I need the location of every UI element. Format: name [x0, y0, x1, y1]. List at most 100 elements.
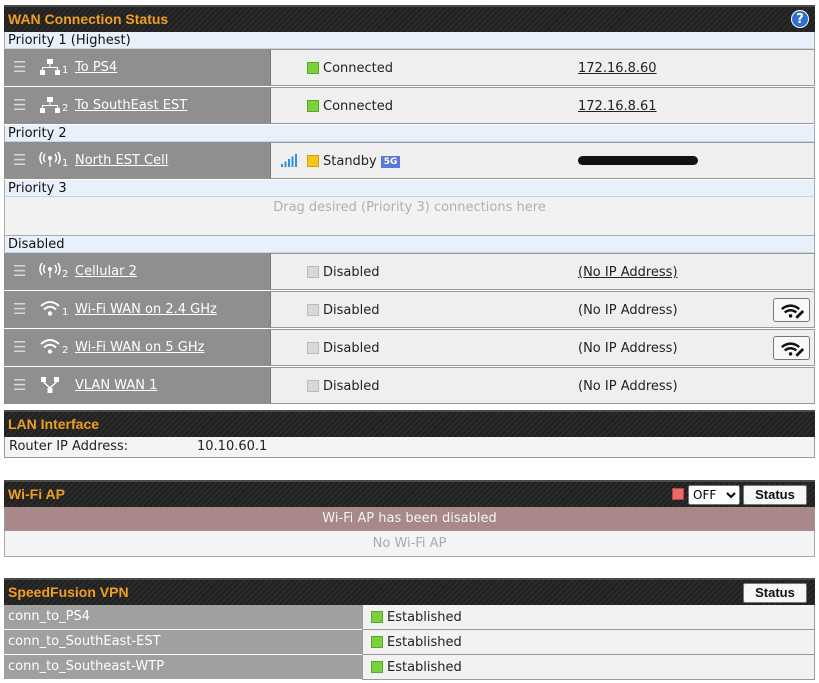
wan-name-link[interactable]: Wi-Fi WAN on 2.4 GHz	[75, 302, 217, 317]
wan-status: Disabled	[323, 379, 380, 394]
priority-1-label: Priority 1 (Highest)	[4, 32, 815, 49]
wan-status: Standby	[323, 154, 377, 169]
vpn-status: Established	[387, 635, 462, 650]
wan-index: 2	[62, 269, 69, 280]
wifi-ap-header: Wi-Fi AP OFF Status	[4, 480, 815, 507]
vpn-header: SpeedFusion VPN Status	[4, 578, 815, 605]
wan-status: Disabled	[323, 265, 380, 280]
wifi-ap-title: Wi-Fi AP	[8, 486, 65, 502]
wan-index: 1	[62, 307, 69, 318]
vpn-status-button[interactable]: Status	[743, 583, 807, 603]
wifi-ap-toggle-select[interactable]: OFF	[688, 485, 740, 505]
wan-ip: (No IP Address)	[578, 303, 678, 318]
wan-status: Disabled	[323, 303, 380, 318]
wifi-ap-disabled-message: Wi-Fi AP has been disabled	[4, 507, 815, 531]
wan-index: 2	[62, 103, 69, 114]
drag-handle-icon[interactable]: ☰	[13, 302, 26, 317]
vpn-panel: SpeedFusion VPN Status conn_to_PS4 Estab…	[4, 578, 815, 680]
wan-header: WAN Connection Status ?	[4, 5, 815, 32]
wifi-ap-panel: Wi-Fi AP OFF Status Wi-Fi AP has been di…	[4, 480, 815, 557]
ethernet-icon	[40, 97, 60, 113]
status-indicator	[307, 380, 319, 392]
lan-title: LAN Interface	[8, 416, 100, 432]
signal-strength-icon	[281, 154, 297, 167]
wan-name-link[interactable]: To SouthEast EST	[75, 98, 187, 113]
status-indicator	[307, 342, 319, 354]
wifi-ap-status-button[interactable]: Status	[743, 485, 807, 505]
drag-handle-icon[interactable]: ☰	[13, 98, 26, 113]
wan-ip: (No IP Address)	[578, 379, 678, 394]
wan-status: Connected	[323, 99, 394, 114]
status-indicator	[307, 62, 319, 74]
vpn-status: Established	[387, 660, 462, 675]
drag-handle-icon[interactable]: ☰	[13, 340, 26, 355]
cellular-icon	[39, 151, 61, 167]
wifi-settings-button[interactable]	[773, 336, 810, 360]
wan-name-link[interactable]: North EST Cell	[75, 153, 168, 168]
ethernet-icon	[40, 59, 60, 75]
cellular-icon	[39, 262, 61, 278]
wan-ip: (No IP Address)	[578, 341, 678, 356]
wifi-edit-icon	[781, 342, 805, 357]
router-ip-value: 10.10.60.1	[197, 439, 268, 454]
no-wifi-ap-text: No Wi-Fi AP	[4, 531, 815, 557]
wan-index: 1	[62, 158, 69, 169]
vpn-conn-name: conn_to_Southeast-WTP	[4, 655, 362, 680]
wan-name-link[interactable]: To PS4	[75, 60, 117, 75]
wan-title: WAN Connection Status	[8, 11, 169, 27]
vpn-status: Established	[387, 610, 462, 625]
wan-ip-link[interactable]: 172.16.8.60	[578, 61, 657, 76]
wan-status-panel: WAN Connection Status ? Priority 1 (High…	[4, 5, 815, 405]
status-indicator	[371, 611, 383, 623]
wan-status: Disabled	[323, 341, 380, 356]
wifi-icon	[40, 301, 60, 316]
wan-ip-link[interactable]: (No IP Address)	[578, 265, 678, 280]
ap-status-indicator	[672, 488, 684, 500]
wifi-icon	[40, 339, 60, 354]
status-indicator	[307, 266, 319, 278]
wan-row-wifi-5[interactable]: ☰ 2 Wi-Fi WAN on 5 GHz Disabled (No IP A…	[4, 329, 815, 367]
vpn-title: SpeedFusion VPN	[8, 584, 129, 600]
wan-row-to-southeast-est[interactable]: ☰ 2 To SouthEast EST Connected 172.16.8.…	[4, 87, 815, 125]
drag-handle-icon[interactable]: ☰	[13, 60, 26, 75]
priority-3-drop-zone[interactable]: Drag desired (Priority 3) connections he…	[4, 197, 815, 236]
help-icon[interactable]: ?	[791, 10, 809, 28]
wan-row-wifi-24[interactable]: ☰ 1 Wi-Fi WAN on 2.4 GHz Disabled (No IP…	[4, 291, 815, 329]
status-indicator	[371, 661, 383, 673]
wan-row-vlan-wan-1[interactable]: ☰ VLAN WAN 1 Disabled (No IP Address)	[4, 367, 815, 405]
router-ip-label: Router IP Address:	[9, 439, 129, 454]
wan-row-to-ps4[interactable]: ☰ 1 To PS4 Connected 172.16.8.60	[4, 49, 815, 87]
router-ip-row: Router IP Address: 10.10.60.1	[4, 437, 815, 458]
status-indicator	[307, 155, 319, 167]
vpn-row: conn_to_PS4 Established	[4, 605, 815, 630]
wifi-settings-button[interactable]	[773, 298, 810, 322]
wan-status-wrap: Standby 5G	[323, 154, 401, 169]
vpn-conn-name: conn_to_SouthEast-EST	[4, 630, 362, 655]
disabled-label: Disabled	[4, 236, 815, 253]
wan-status: Connected	[323, 61, 394, 76]
wan-name-link[interactable]: Cellular 2	[75, 264, 137, 279]
vpn-conn-name: conn_to_PS4	[4, 605, 362, 630]
status-indicator	[307, 304, 319, 316]
vpn-row: conn_to_Southeast-WTP Established	[4, 655, 815, 680]
wan-row-cellular-2[interactable]: ☰ 2 Cellular 2 Disabled (No IP Address)	[4, 253, 815, 291]
vlan-icon	[41, 377, 59, 393]
wan-index: 1	[62, 65, 69, 76]
wan-name-link[interactable]: Wi-Fi WAN on 5 GHz	[75, 340, 204, 355]
drag-handle-icon[interactable]: ☰	[13, 153, 26, 168]
vpn-row: conn_to_SouthEast-EST Established	[4, 630, 815, 655]
wifi-edit-icon	[781, 304, 805, 319]
priority-3-label: Priority 3	[4, 180, 815, 197]
redacted-ip	[578, 156, 698, 165]
wan-name-link[interactable]: VLAN WAN 1	[75, 378, 157, 393]
status-indicator	[307, 100, 319, 112]
status-indicator	[371, 636, 383, 648]
priority-2-label: Priority 2	[4, 125, 815, 142]
lan-header: LAN Interface	[4, 410, 815, 437]
wan-row-north-est-cell[interactable]: ☰ 1 North EST Cell Standby 5G	[4, 142, 815, 180]
wan-index: 2	[62, 345, 69, 356]
drag-handle-icon[interactable]: ☰	[13, 264, 26, 279]
wan-ip-link[interactable]: 172.16.8.61	[578, 99, 657, 114]
5g-badge: 5G	[380, 156, 401, 168]
drag-handle-icon[interactable]: ☰	[13, 378, 26, 393]
